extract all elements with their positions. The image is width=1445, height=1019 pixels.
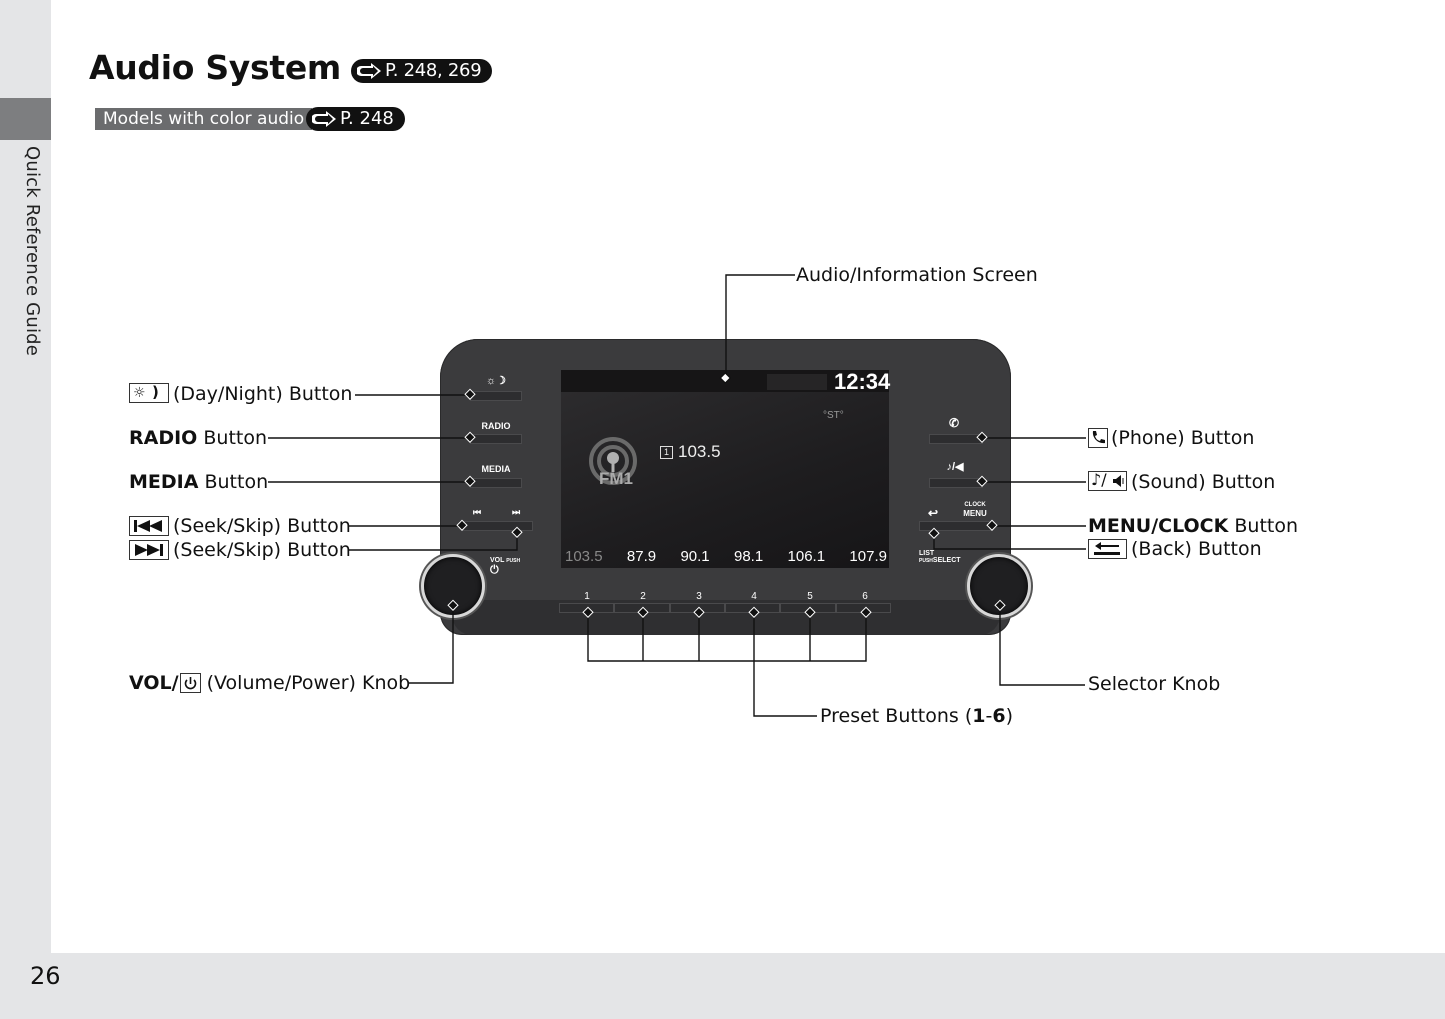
leader-back: [933, 534, 1086, 550]
callout-seek-forward: (Seek/Skip) Button: [129, 539, 351, 561]
callout-volume-power: VOL/ (Volume/Power) Knob: [129, 672, 411, 694]
callout-leader-lines: [268, 274, 1086, 717]
back-icon: [1088, 539, 1127, 559]
leader-seek-fwd: [348, 533, 518, 551]
callout-radio: RADIO Button: [129, 427, 268, 449]
day-night-icon: ☼): [129, 383, 169, 403]
callout-preset-buttons: Preset Buttons (1-6): [820, 705, 1014, 727]
callout-back: (Back) Button: [1088, 538, 1262, 560]
leader-presets-bar: [587, 613, 867, 662]
callout-screen: Audio/Information Screen: [796, 264, 1038, 286]
power-icon: [179, 673, 201, 693]
sound-icon: ♪/: [1088, 470, 1127, 491]
callout-sound: ♪/(Sound) Button: [1088, 470, 1275, 493]
leader-vol: [408, 606, 454, 684]
seek-back-icon: [129, 516, 169, 536]
callout-media: MEDIA Button: [129, 471, 269, 493]
leader-selector: [999, 606, 1085, 686]
callout-menu-clock: MENU/CLOCK Button: [1088, 515, 1299, 537]
leader-screen: [725, 274, 795, 378]
phone-icon: [1088, 428, 1108, 448]
callout-phone: (Phone) Button: [1088, 427, 1254, 449]
leader-preset-main: [753, 613, 817, 717]
seek-forward-icon: [129, 540, 169, 560]
callout-seek-back: (Seek/Skip) Button: [129, 515, 351, 537]
callout-selector-knob: Selector Knob: [1088, 673, 1221, 695]
callout-day-night: ☼) (Day/Night) Button: [129, 383, 352, 405]
